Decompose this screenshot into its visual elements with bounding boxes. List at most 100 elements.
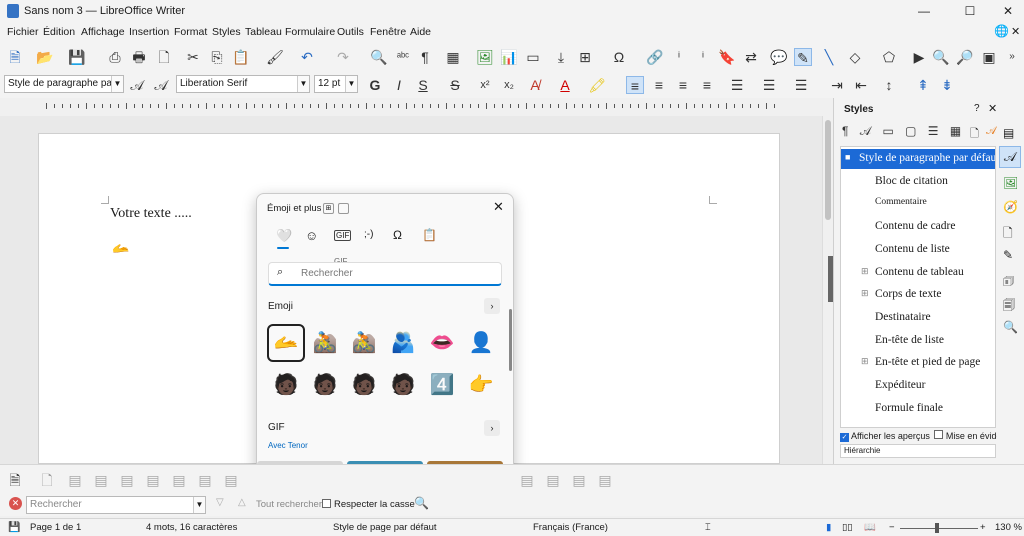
design-icon[interactable]: 🗐 [1003, 296, 1015, 317]
new-style-from-selection-icon[interactable]: 🗋 [970, 125, 979, 144]
fill-format-icon[interactable]: 𝒜 [986, 125, 996, 138]
zoom-in-icon[interactable]: + [980, 522, 986, 533]
insert-field-icon[interactable]: ⊞ [576, 48, 594, 66]
cut-icon[interactable]: ✂ [184, 48, 202, 66]
close-emoji-panel-icon[interactable]: ✕ [493, 199, 504, 215]
style-item[interactable]: Expéditeur [841, 376, 995, 396]
clone-format-icon[interactable]: 🖌 [266, 48, 284, 66]
underline-icon[interactable]: S [414, 76, 432, 94]
find-input[interactable]: Rechercher ▼ [26, 496, 206, 514]
footnote-icon[interactable]: ⁱ [670, 48, 688, 66]
globe-icon[interactable]: 🌐 [994, 24, 1009, 38]
paragraph-spacing-increase-icon[interactable]: ⇞ [914, 76, 932, 94]
wrap-off-icon[interactable]: ▤ [66, 471, 84, 489]
formatting-marks-icon[interactable]: ¶ [416, 48, 434, 66]
ungroup-icon[interactable]: ▤ [596, 471, 614, 489]
tree-line-icon[interactable]: ⊞ [861, 356, 869, 367]
menu-fenetre[interactable]: Fenêtre [370, 26, 406, 38]
print-preview-icon[interactable]: 🗋 [155, 48, 173, 66]
align-objects-icon[interactable]: ▤ [222, 471, 240, 489]
wrap-left-icon[interactable]: ▤ [144, 471, 162, 489]
wrap-right-icon[interactable]: ▤ [170, 471, 188, 489]
navigator-icon[interactable]: 🧭 [1003, 200, 1018, 214]
superscript-icon[interactable]: x² [476, 76, 494, 94]
wrap-through-icon[interactable]: ▤ [196, 471, 214, 489]
style-inspector-icon[interactable]: ✎ [1003, 248, 1013, 262]
outline-list-icon[interactable]: ☰ [792, 76, 810, 94]
font-name-combo[interactable]: Liberation Serif ▼ [176, 75, 310, 93]
align-left-icon[interactable]: ≡ [626, 76, 644, 94]
new-document-icon[interactable]: 🗎 [6, 48, 24, 66]
emoji-cell[interactable]: 🫂 [387, 327, 419, 359]
emoji-cell[interactable]: 👤 [465, 327, 497, 359]
close-button[interactable]: ✕ [992, 0, 1024, 22]
gif-tab-icon[interactable]: GIF [334, 230, 352, 241]
menu-insertion[interactable]: Insertion [129, 26, 169, 38]
close-sidebar-icon[interactable]: ✕ [988, 102, 997, 115]
paste-icon[interactable]: 📋 [232, 48, 250, 66]
find-next-icon[interactable]: △ [238, 497, 246, 508]
style-item[interactable]: En-tête de liste [841, 331, 995, 351]
menu-format[interactable]: Format [174, 26, 207, 38]
inserted-emoji[interactable]: 🫴 [112, 240, 129, 257]
clipboard-tab-icon[interactable]: 📋 [422, 228, 437, 242]
multi-page-view-icon[interactable]: ▯▯ [842, 522, 852, 533]
emoji-cell[interactable]: 🧑🏿 [348, 369, 380, 401]
menu-affichage[interactable]: Affichage [81, 26, 125, 38]
group-icon[interactable]: ▤ [570, 471, 588, 489]
book-view-icon[interactable]: 📖 [864, 522, 876, 533]
anchor-icon[interactable]: 🗋 [38, 471, 56, 489]
strikethrough-icon[interactable]: S [446, 76, 464, 94]
line-icon[interactable]: ╲ [820, 48, 838, 66]
find-all-button[interactable]: Tout rechercher [256, 499, 322, 510]
smiley-tab-icon[interactable]: ☺ [305, 228, 318, 243]
save-status-icon[interactable]: 💾 [8, 522, 20, 533]
undo-icon[interactable]: ↶ [298, 48, 316, 66]
align-center-icon[interactable]: ≡ [650, 76, 668, 94]
chevron-down-icon[interactable]: ▼ [345, 76, 357, 92]
numbered-list-icon[interactable]: ☰ [760, 76, 778, 94]
insert-chart-icon[interactable]: 📊 [500, 48, 518, 66]
tenor-link[interactable]: Avec Tenor [268, 441, 308, 450]
hierarchy-combo[interactable]: Hiérarchie [840, 444, 996, 458]
style-item[interactable]: Destinataire [841, 308, 995, 328]
cross-reference-icon[interactable]: ⇄ [742, 48, 760, 66]
new-style-icon[interactable]: 𝒜 [152, 76, 170, 94]
paragraph-style-combo[interactable]: Style de paragraphe par défaut ▼ [4, 75, 124, 93]
show-previews-checkbox[interactable]: ✓ Afficher les aperçus Mise en évider [840, 430, 1004, 442]
style-category-icons[interactable]: ¶ 𝒜 ▭ ▢ ☰ ▦ [842, 124, 982, 142]
shapes-icon[interactable]: ◇ [846, 48, 864, 66]
insert-image-icon[interactable]: 🗎 [6, 471, 24, 489]
manage-changes-icon[interactable]: 🗊 [1003, 272, 1014, 293]
document-text[interactable]: Votre texte ..... [110, 206, 192, 222]
emoji-expand-chevron-icon[interactable]: › [484, 298, 500, 314]
style-item[interactable]: Contenu de liste [841, 240, 995, 260]
send-backward-icon[interactable]: ▤ [544, 471, 562, 489]
zoom-slider-thumb[interactable] [935, 523, 939, 533]
decrease-indent-icon[interactable]: ⇤ [852, 76, 870, 94]
zoom-icon[interactable]: 🔍 [932, 48, 950, 66]
highlight-color-icon[interactable]: 🖍 [588, 76, 606, 94]
subscript-icon[interactable]: x₂ [500, 76, 518, 94]
menu-outils[interactable]: Outils [337, 26, 364, 38]
redo-icon[interactable]: ↷ [334, 48, 352, 66]
menu-styles[interactable]: Styles [212, 26, 241, 38]
chevron-down-icon[interactable]: ▼ [193, 497, 205, 513]
style-item[interactable]: Commentaire [841, 194, 995, 214]
play-icon[interactable]: ▶ [910, 48, 928, 66]
close-findbar-icon[interactable]: ✕ [9, 497, 22, 510]
wrap-on-icon[interactable]: ▤ [92, 471, 110, 489]
language[interactable]: Français (France) [533, 522, 608, 533]
font-color-icon[interactable]: A [556, 76, 574, 94]
page-count[interactable]: Page 1 de 1 [30, 522, 81, 533]
zoom-out-icon[interactable]: − [889, 522, 895, 533]
bullet-list-icon[interactable]: ☰ [728, 76, 746, 94]
find-replace-dialog-icon[interactable]: 🔍 [414, 496, 429, 510]
match-case-checkbox[interactable] [322, 499, 331, 508]
insert-table-icon[interactable]: ▦ [444, 48, 462, 66]
clear-formatting-icon[interactable]: A̸ [526, 76, 544, 94]
export-pdf-icon[interactable]: ⎙ [106, 48, 124, 66]
italic-icon[interactable]: I [390, 76, 408, 94]
style-item[interactable]: Contenu de cadre [841, 217, 995, 237]
endnote-icon[interactable]: ⁱ [694, 48, 712, 66]
